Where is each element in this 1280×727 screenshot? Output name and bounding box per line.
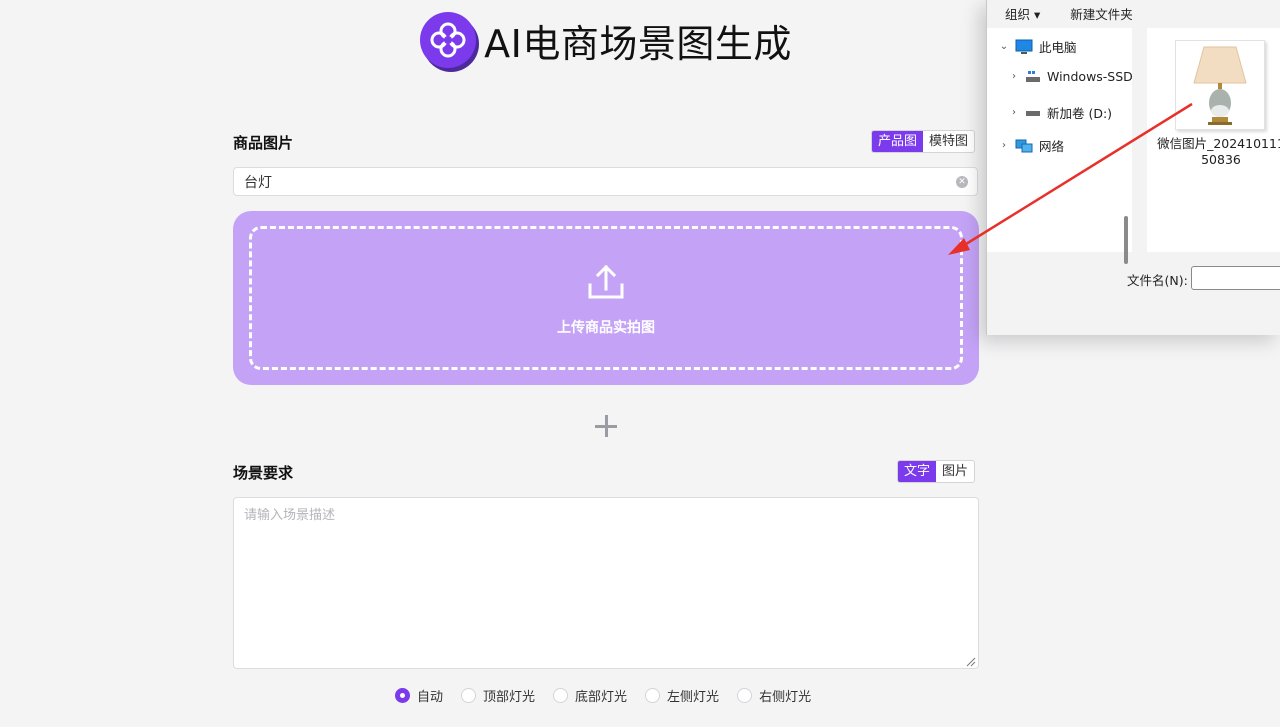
organize-menu[interactable]: 组织 ▾ [1005,4,1040,23]
chevron-right-icon[interactable]: › [1009,107,1019,118]
tab-text[interactable]: 文字 [898,461,937,482]
file-thumbnail[interactable] [1175,40,1265,130]
filename-label: 文件名(N): [1127,273,1188,288]
file-open-dialog: 组织 ▾ 新建文件夹 ⌄ 此电脑 › Windows-SSD › 新加卷 (D:… [986,0,1280,335]
product-type-toggle: 产品图 模特图 [871,130,976,153]
radio-label: 左侧灯光 [667,690,720,705]
upload-dropzone[interactable]: 上传商品实拍图 [233,211,979,385]
upload-label: 上传商品实拍图 [557,320,655,336]
scene-type-toggle: 文字 图片 [897,460,976,483]
nav-item-label: 此电脑 [1039,40,1077,55]
filename-row: 文件名(N): [987,262,1280,292]
nav-item-this-pc[interactable]: ⌄ 此电脑 [999,37,1077,56]
filename-input[interactable] [1191,266,1280,290]
monitor-icon [1015,39,1033,54]
file-name-label: 微信图片_20241011150836 [1157,136,1280,167]
lighting-options: 自动 顶部灯光 底部灯光 左侧灯光 右侧灯光 [395,686,811,705]
dialog-toolbar: 组织 ▾ 新建文件夹 [987,0,1280,26]
product-name-input[interactable] [233,167,978,196]
drive-icon [1026,110,1040,116]
radio-label: 底部灯光 [575,690,628,705]
radio-label: 顶部灯光 [483,690,536,705]
product-section-label: 商品图片 [233,134,294,152]
radio-dot [461,688,477,703]
radio-label: 自动 [417,690,444,705]
radio-left-light[interactable]: 左侧灯光 [645,686,719,705]
tab-product-image[interactable]: 产品图 [872,131,924,152]
radio-auto[interactable]: 自动 [395,686,443,705]
scene-description-input[interactable] [233,497,979,669]
new-folder-button[interactable]: 新建文件夹 [1070,4,1133,23]
tab-image[interactable]: 图片 [936,461,974,482]
radio-dot [553,688,569,703]
upload-icon [588,264,624,299]
tab-model-image[interactable]: 模特图 [923,131,974,152]
nav-item-network[interactable]: › 网络 [999,136,1064,155]
files-pane: 微信图片_20241011150836 [1147,28,1280,252]
nav-item-drive-d[interactable]: › 新加卷 (D:) [1009,103,1112,122]
scene-section-label: 场景要求 [233,464,294,482]
nav-item-drive-c[interactable]: › Windows-SSD [1009,69,1133,84]
drive-icon [1026,70,1040,82]
nav-item-label: 网络 [1039,139,1065,154]
lamp-image [1193,46,1247,125]
chevron-right-icon[interactable]: › [999,140,1009,151]
navigation-pane: ⌄ 此电脑 › Windows-SSD › 新加卷 (D:) › 网络 [987,28,1133,264]
chevron-down-icon[interactable]: ⌄ [999,41,1009,52]
clear-icon[interactable]: ✕ [956,176,968,188]
network-icon [1015,139,1033,152]
radio-top-light[interactable]: 顶部灯光 [461,686,535,705]
chevron-right-icon[interactable]: › [1009,71,1019,82]
add-icon[interactable] [594,414,618,438]
radio-label: 右侧灯光 [759,690,812,705]
nav-item-label: 新加卷 (D:) [1047,106,1113,121]
resize-grip-icon[interactable] [966,657,976,667]
page-title: AI电商场景图生成 [484,21,792,66]
radio-bottom-light[interactable]: 底部灯光 [553,686,627,705]
nav-item-label: Windows-SSD [1047,69,1133,84]
flower-logo-icon [420,12,477,68]
radio-dot [645,688,661,703]
radio-right-light[interactable]: 右侧灯光 [737,686,811,705]
scrollbar-thumb[interactable] [1124,216,1128,264]
radio-dot [395,688,410,703]
radio-dot [737,688,753,703]
